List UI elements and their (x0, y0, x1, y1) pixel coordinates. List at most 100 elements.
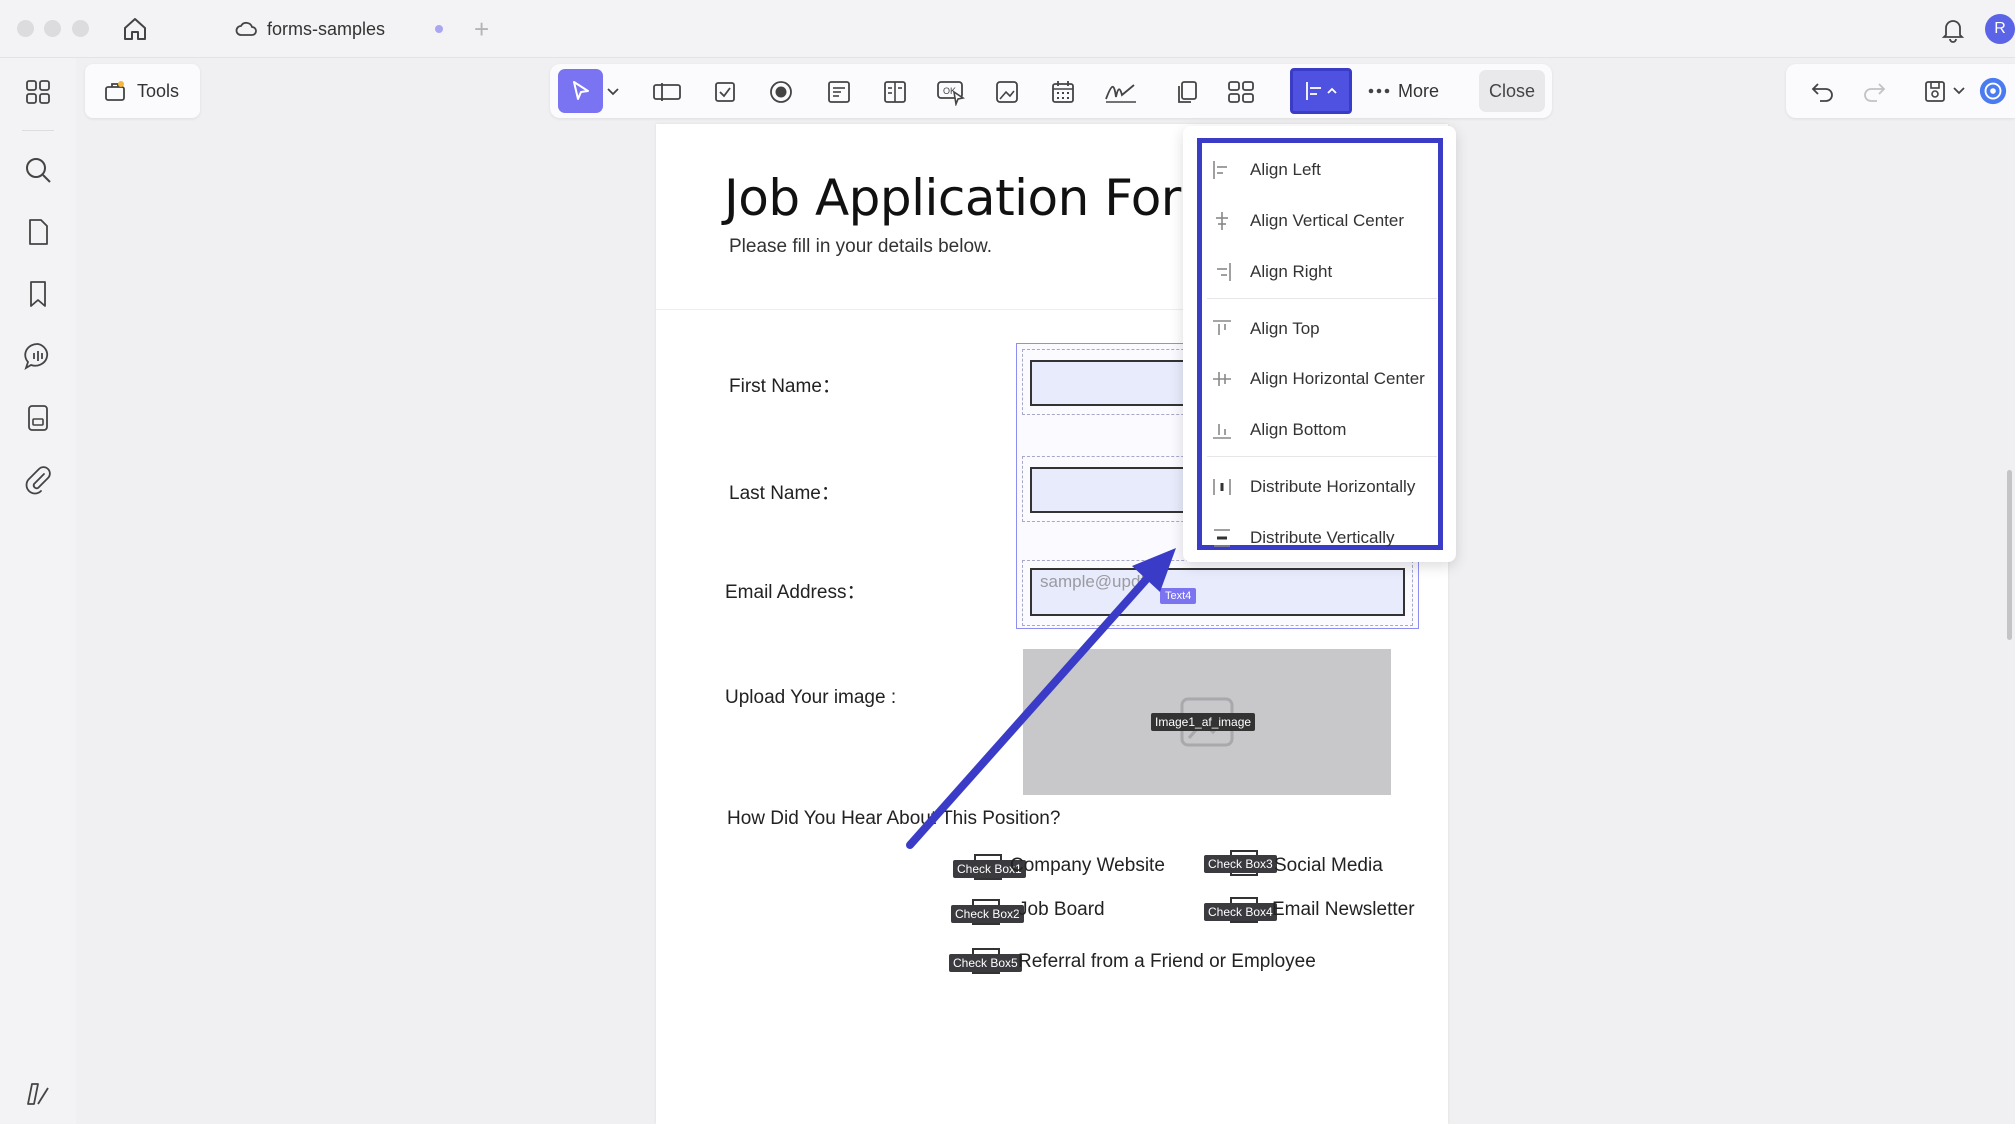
select-tool-dropdown[interactable] (602, 73, 624, 111)
bookmark-icon[interactable] (22, 278, 54, 310)
notification-bell-icon[interactable] (1938, 14, 1968, 44)
window-close-button[interactable] (17, 20, 34, 37)
menu-item-label: Distribute Vertically (1250, 528, 1395, 547)
combo-box-tool-button[interactable] (820, 73, 858, 111)
signature-tool-button[interactable] (1102, 73, 1140, 111)
list-box-icon (884, 81, 906, 103)
tools-button[interactable]: Tools (85, 64, 200, 118)
first-name-label: First Name： (729, 376, 841, 397)
menu-item-align-left[interactable]: Align Left (1207, 148, 1437, 192)
checkbox-tag: Check Box4 (1204, 903, 1277, 921)
distribute-horizontally-icon (1212, 477, 1232, 497)
window-zoom-button[interactable] (72, 20, 89, 37)
form-fields-icon[interactable] (22, 402, 54, 434)
multi-grid-icon (1228, 81, 1254, 103)
sidebar-divider (22, 130, 54, 131)
checkbox-label: Referral from a Friend or Employee (1018, 951, 1316, 972)
new-tab-button[interactable]: + (474, 14, 489, 45)
copy-pages-icon (1178, 81, 1197, 103)
checkbox-tag: Check Box5 (949, 954, 1022, 972)
list-box-tool-button[interactable] (876, 73, 914, 111)
checkbox-label: Social Media (1274, 855, 1383, 876)
align-top-icon (1212, 319, 1232, 339)
attachment-icon[interactable] (22, 464, 54, 496)
checkbox-label: Email Newsletter (1272, 899, 1415, 920)
align-bottom-icon (1212, 420, 1232, 440)
ok-button-icon: OK (937, 81, 966, 106)
ai-assistant-icon[interactable] (1978, 76, 2008, 106)
align-vertical-center-icon (1212, 211, 1232, 231)
upload-image-label: Upload Your image : (725, 687, 897, 708)
menu-item-distribute-horizontally[interactable]: Distribute Horizontally (1207, 465, 1437, 509)
menu-separator (1207, 456, 1437, 457)
user-avatar[interactable]: R (1985, 14, 2015, 44)
menu-item-label: Align Top (1250, 319, 1320, 338)
copy-field-button[interactable] (1168, 73, 1206, 111)
email-placeholder: sample@updf (1040, 572, 1146, 591)
search-icon[interactable] (22, 154, 54, 186)
page-thumbnail-icon[interactable] (22, 216, 54, 248)
tools-label: Tools (137, 80, 180, 101)
align-left-icon (1306, 82, 1337, 100)
apps-grid-icon[interactable] (22, 76, 54, 108)
calendar-icon (1052, 81, 1074, 103)
image-upload-field[interactable]: Image1_af_image (1023, 649, 1391, 795)
menu-item-label: Align Bottom (1250, 420, 1347, 439)
menu-item-align-vertical-center[interactable]: Align Vertical Center (1207, 199, 1437, 243)
text-field-icon (653, 83, 681, 101)
sidebar-toggle-icon[interactable] (22, 1078, 54, 1110)
home-icon[interactable] (120, 14, 150, 44)
radio-button-icon (770, 81, 792, 103)
distribute-vertically-icon (1212, 528, 1232, 548)
menu-item-label: Align Horizontal Center (1250, 369, 1425, 388)
image-field-tool-button[interactable] (988, 73, 1026, 111)
checkbox-tag: Check Box3 (1204, 855, 1277, 873)
menu-item-align-bottom[interactable]: Align Bottom (1207, 408, 1437, 452)
right-toolbar (1786, 64, 2015, 118)
menu-item-label: Align Left (1250, 160, 1321, 179)
multiple-fields-button[interactable] (1222, 73, 1260, 111)
menu-item-align-top[interactable]: Align Top (1207, 307, 1437, 351)
signature-icon (1105, 84, 1136, 103)
combo-box-icon (828, 81, 850, 103)
button-tool-button[interactable]: OK (932, 73, 970, 111)
menu-separator (1207, 298, 1437, 299)
menu-item-label: Distribute Horizontally (1250, 477, 1416, 496)
window-minimize-button[interactable] (44, 20, 61, 37)
save-icon[interactable] (1920, 76, 1950, 106)
title-bar: forms-samples + R (0, 0, 2015, 58)
more-button[interactable]: More (1368, 64, 1439, 118)
how-did-you-hear-label: How Did You Hear About This Position? (727, 808, 1061, 829)
menu-item-align-horizontal-center[interactable]: Align Horizontal Center (1207, 357, 1437, 401)
menu-item-label: Align Vertical Center (1250, 211, 1405, 230)
document-tab[interactable]: forms-samples (235, 10, 385, 48)
form-toolbar: OK More Close (550, 64, 1552, 118)
align-fields-button[interactable] (1290, 68, 1352, 114)
menu-item-align-right[interactable]: Align Right (1207, 250, 1437, 294)
text-field-tool-button[interactable] (648, 73, 686, 111)
save-options-chevron-down-icon[interactable] (1949, 76, 1969, 106)
unsaved-indicator (435, 25, 443, 33)
ellipsis-icon (1368, 88, 1390, 94)
date-field-tool-button[interactable] (1044, 73, 1082, 111)
last-name-label: Last Name： (729, 483, 840, 504)
email-field[interactable]: sample@updf Text4 (1030, 568, 1405, 616)
checkbox-icon (715, 82, 735, 102)
menu-item-distribute-vertically[interactable]: Distribute Vertically (1207, 516, 1437, 560)
comment-icon[interactable] (22, 340, 54, 372)
checkbox-tag: Check Box2 (951, 905, 1024, 923)
radio-button-tool-button[interactable] (762, 73, 800, 111)
left-sidebar (0, 58, 76, 1124)
select-tool-button[interactable] (558, 69, 603, 113)
align-options-highlight: Align Left Align Vertical Center Align R… (1197, 138, 1443, 550)
align-dropdown-menu: Align Left Align Vertical Center Align R… (1183, 126, 1456, 562)
checkbox-label: Company Website (1010, 855, 1165, 876)
align-right-icon (1212, 262, 1232, 282)
undo-icon[interactable] (1808, 76, 1838, 106)
close-button[interactable]: Close (1479, 70, 1545, 112)
email-field-frame[interactable]: sample@updf Text4 (1022, 560, 1413, 626)
scrollbar-thumb[interactable] (2007, 470, 2012, 640)
checkbox-tool-button[interactable] (706, 73, 744, 111)
cursor-icon (572, 81, 589, 100)
redo-icon[interactable] (1859, 76, 1889, 106)
